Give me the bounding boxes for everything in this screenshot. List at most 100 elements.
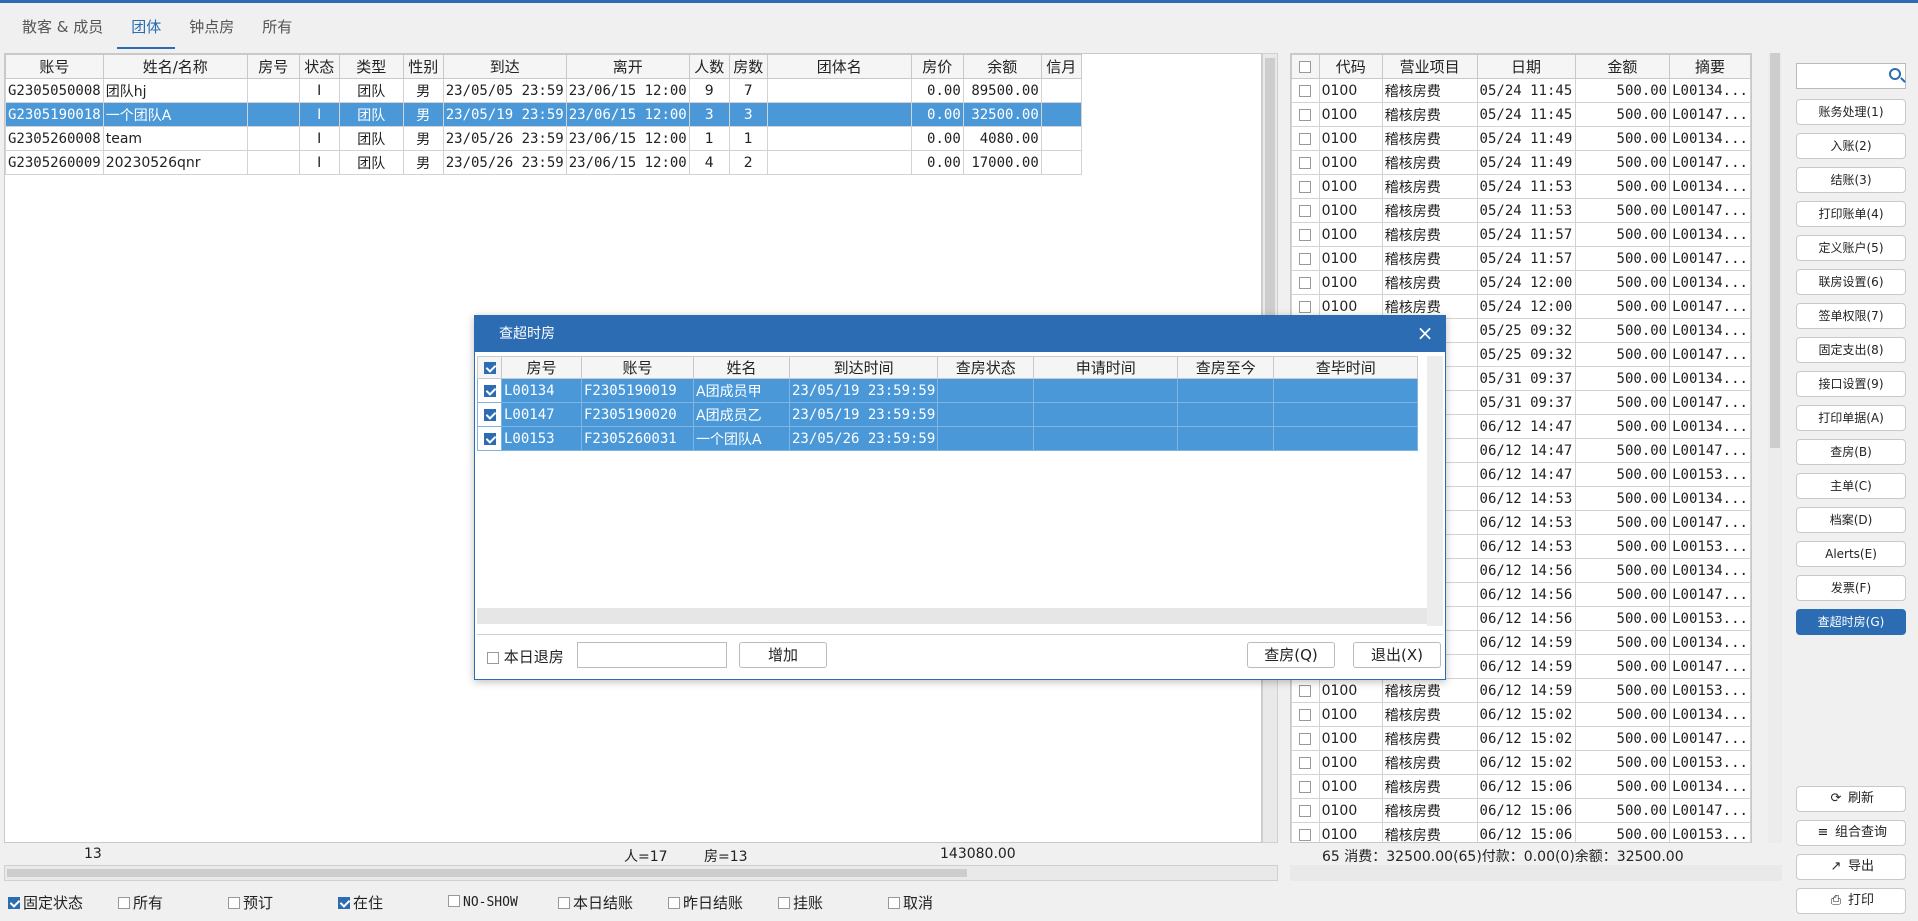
column-header[interactable]: 房数 [728, 54, 768, 79]
table-row[interactable]: G2305190018 一个团队A I 团队男 23/05/19 23:59 23/06/… [5, 102, 1082, 127]
sidebar-button[interactable]: 签单权限(7) [1796, 303, 1906, 329]
column-header[interactable]: 代码 [1318, 54, 1383, 79]
right-horizontal-scrollbar[interactable] [1290, 865, 1782, 881]
column-header[interactable]: 姓名/名称 [102, 54, 248, 79]
table-row[interactable]: G2305260009 20230526qnr I 团队男 23/05/26 23:59… [5, 150, 1082, 175]
checkbox-icon[interactable] [1299, 828, 1312, 841]
checkbox-icon[interactable] [483, 362, 496, 374]
row-checkbox[interactable] [1291, 798, 1320, 823]
right-vertical-scrollbar[interactable] [1768, 53, 1782, 843]
checkbox-icon[interactable] [483, 432, 496, 445]
checkbox-icon[interactable] [1299, 708, 1312, 721]
combined-query-button[interactable]: ≡ 组合查询 [1796, 820, 1906, 846]
checkbox-icon[interactable] [778, 897, 790, 909]
column-header[interactable]: 查房状态 [937, 356, 1035, 379]
checkout-today-checkbox[interactable]: 本日退房 [487, 646, 564, 667]
column-header[interactable]: 查房至今 [1177, 356, 1275, 379]
table-row[interactable]: 0100 稽核房费 06/12 14:59 500.00 L00153... [1291, 678, 1751, 703]
checkbox-icon[interactable] [1299, 804, 1312, 817]
sidebar-button[interactable]: 档案(D) [1796, 507, 1906, 533]
column-header[interactable]: 离开 [565, 54, 690, 79]
row-checkbox[interactable] [477, 426, 502, 451]
table-row[interactable]: G2305260008 team I 团队男 23/05/26 23:59 23/06/1… [5, 126, 1082, 151]
row-checkbox[interactable] [1291, 702, 1320, 727]
sidebar-button[interactable]: 入账(2) [1796, 133, 1906, 159]
row-checkbox[interactable] [1291, 198, 1320, 223]
row-checkbox[interactable] [1291, 102, 1320, 127]
column-header[interactable]: 状态 [298, 54, 340, 79]
filter-checkbox[interactable]: NO-SHOW [448, 892, 518, 910]
refresh-button[interactable]: ⟳ 刷新 [1796, 786, 1906, 812]
filter-checkbox[interactable]: 昨日结账 [668, 892, 743, 913]
checkbox-icon[interactable] [1299, 204, 1312, 217]
column-header[interactable]: 团体名 [766, 54, 912, 79]
sidebar-button[interactable]: 结账(3) [1796, 167, 1906, 193]
sidebar-button[interactable]: 账务处理(1) [1796, 99, 1906, 125]
column-header[interactable]: 账号 [581, 356, 694, 379]
room-number-input[interactable] [577, 642, 727, 668]
column-header[interactable]: 查毕时间 [1273, 356, 1419, 379]
filter-checkbox[interactable]: 所有 [118, 892, 163, 913]
column-header[interactable]: 营业项目 [1381, 54, 1478, 79]
sidebar-button[interactable]: 接口设置(9) [1796, 371, 1906, 397]
checkbox-icon[interactable] [483, 408, 496, 421]
dialog-vertical-scrollbar[interactable] [1427, 356, 1443, 626]
checkbox-icon[interactable] [1299, 228, 1312, 241]
column-header[interactable]: 日期 [1476, 54, 1576, 79]
tab-walkin-members[interactable]: 散客 & 成员 [8, 5, 117, 49]
checkbox-icon[interactable] [1299, 156, 1312, 169]
close-icon[interactable]: × [1415, 316, 1435, 352]
column-header[interactable]: 类型 [338, 54, 404, 79]
column-header[interactable]: 申请时间 [1033, 356, 1179, 379]
table-row[interactable]: 0100 稽核房费 05/24 11:53 500.00 L00134... [1291, 174, 1751, 199]
left-horizontal-scrollbar[interactable] [4, 865, 1278, 881]
sidebar-button[interactable]: 固定支出(8) [1796, 337, 1906, 363]
sidebar-button[interactable]: 发票(F) [1796, 575, 1906, 601]
select-all-checkbox[interactable] [1291, 54, 1320, 79]
column-header[interactable]: 账号 [5, 54, 104, 79]
table-row[interactable]: 0100 稽核房费 05/24 11:49 500.00 L00134... [1291, 126, 1751, 151]
sidebar-button[interactable]: 主单(C) [1796, 473, 1906, 499]
column-header[interactable]: 姓名 [693, 356, 790, 379]
filter-checkbox[interactable]: 固定状态 [8, 892, 83, 913]
row-checkbox[interactable] [477, 402, 502, 427]
sidebar-button[interactable]: 联房设置(6) [1796, 269, 1906, 295]
row-checkbox[interactable] [1291, 126, 1320, 151]
table-row[interactable]: G2305050008 团队hj I 团队男 23/05/05 23:59 23/06/1… [5, 78, 1082, 103]
select-all-checkbox[interactable] [477, 356, 502, 379]
sidebar-button[interactable]: 查超时房(G) [1796, 609, 1906, 635]
table-row[interactable]: 0100 稽核房费 06/12 15:02 500.00 L00153... [1291, 750, 1751, 775]
table-row[interactable]: 0100 稽核房费 05/24 11:49 500.00 L00147... [1291, 150, 1751, 175]
column-header[interactable]: 金额 [1574, 54, 1671, 79]
checkbox-icon[interactable] [1299, 132, 1312, 145]
checkbox-icon[interactable] [338, 897, 350, 909]
export-button[interactable]: ↗ 导出 [1796, 854, 1906, 880]
row-checkbox[interactable] [1291, 222, 1320, 247]
sidebar-button[interactable]: 打印单据(A) [1796, 405, 1906, 431]
filter-checkbox[interactable]: 本日结账 [558, 892, 633, 913]
column-header[interactable]: 人数 [688, 54, 730, 79]
table-row[interactable]: 0100 稽核房费 05/24 11:45 500.00 L00147... [1291, 102, 1751, 127]
checkbox-icon[interactable] [228, 897, 240, 909]
checkbox-icon[interactable] [1299, 756, 1312, 769]
tab-all[interactable]: 所有 [248, 5, 306, 49]
row-checkbox[interactable] [1291, 246, 1320, 271]
table-row[interactable]: 0100 稽核房费 05/24 11:57 500.00 L00134... [1291, 222, 1751, 247]
filter-checkbox[interactable]: 挂账 [778, 892, 823, 913]
checkbox-icon[interactable] [1299, 252, 1312, 265]
table-row[interactable]: 0100 稽核房费 05/24 11:53 500.00 L00147... [1291, 198, 1751, 223]
checkbox-icon[interactable] [1299, 180, 1312, 193]
row-checkbox[interactable] [1291, 750, 1320, 775]
row-checkbox[interactable] [1291, 678, 1320, 703]
row-checkbox[interactable] [1291, 174, 1320, 199]
row-checkbox[interactable] [1291, 270, 1320, 295]
row-checkbox[interactable] [1291, 822, 1320, 842]
checkbox-icon[interactable] [1299, 84, 1312, 97]
table-row[interactable]: 0100 稽核房费 06/12 15:06 500.00 L00134... [1291, 774, 1751, 799]
checkbox-icon[interactable] [1299, 276, 1312, 289]
checkbox-icon[interactable] [8, 897, 20, 909]
column-header[interactable]: 到达 [442, 54, 567, 79]
table-row[interactable]: 0100 稽核房费 06/12 15:02 500.00 L00134... [1291, 702, 1751, 727]
table-row[interactable]: 0100 稽核房费 05/24 11:45 500.00 L00134... [1291, 78, 1751, 103]
column-header[interactable]: 到达时间 [788, 356, 939, 379]
